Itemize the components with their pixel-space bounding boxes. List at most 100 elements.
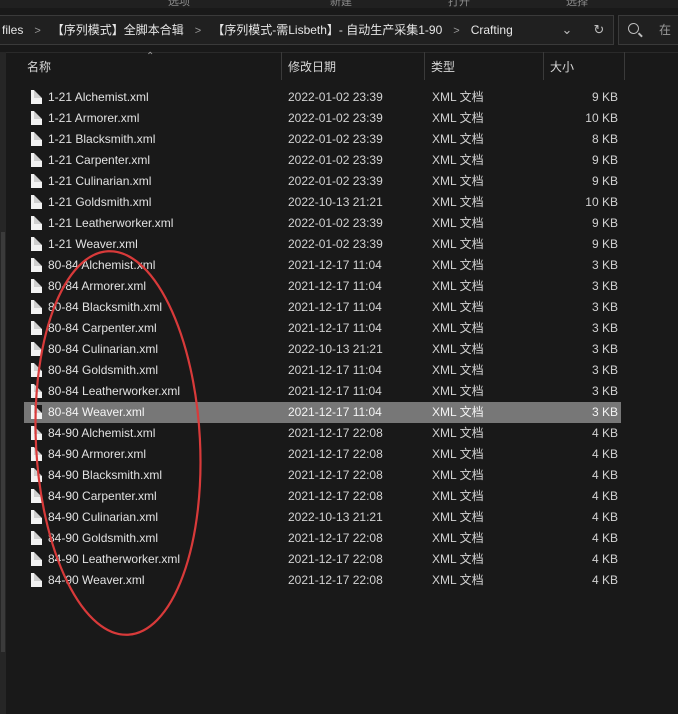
- file-name: 80-84 Culinarian.xml: [48, 342, 159, 356]
- file-row[interactable]: 84-90 Armorer.xml 2021-12-17 22:08 XML 文档 4…: [24, 444, 621, 465]
- file-row[interactable]: 84-90 Leatherworker.xml 2021-12-17 22:08 X…: [24, 549, 621, 570]
- xml-file-icon: [31, 426, 42, 440]
- file-name: 1-21 Alchemist.xml: [48, 90, 149, 104]
- scrollbar-thumb[interactable]: [1, 232, 5, 652]
- column-header-date-label: 修改日期: [288, 60, 337, 74]
- file-size: 9 KB: [591, 174, 618, 188]
- ribbon-label-open[interactable]: 打开: [448, 0, 470, 8]
- file-name: 84-90 Carpenter.xml: [48, 489, 157, 503]
- file-row[interactable]: 84-90 Goldsmith.xml 2021-12-17 22:08 XML 文…: [24, 528, 621, 549]
- file-name: 84-90 Blacksmith.xml: [48, 468, 163, 482]
- column-header-type[interactable]: 类型: [426, 52, 544, 80]
- file-row[interactable]: 80-84 Carpenter.xml 2021-12-17 11:04 XML 文…: [24, 318, 621, 339]
- file-name: 1-21 Blacksmith.xml: [48, 132, 156, 146]
- file-row[interactable]: 1-21 Culinarian.xml 2022-01-02 23:39 XML 文…: [24, 171, 621, 192]
- file-row[interactable]: 80-84 Alchemist.xml 2021-12-17 11:04 XML 文…: [24, 255, 621, 276]
- file-row[interactable]: 84-90 Alchemist.xml 2021-12-17 22:08 XML 文…: [24, 423, 621, 444]
- file-modified-date: 2021-12-17 22:08: [288, 447, 383, 461]
- file-type: XML 文档: [432, 258, 484, 272]
- file-type: XML 文档: [432, 363, 484, 377]
- xml-file-icon: [31, 279, 42, 293]
- file-row[interactable]: 80-84 Weaver.xml 2021-12-17 11:04 XML 文档 3 …: [24, 402, 621, 423]
- file-size: 9 KB: [591, 90, 618, 104]
- xml-file-icon: [31, 342, 42, 356]
- file-modified-date: 2021-12-17 11:04: [288, 363, 382, 377]
- file-size: 3 KB: [591, 300, 618, 314]
- xml-file-icon: [31, 111, 42, 125]
- ribbon-label-select[interactable]: 选择: [566, 0, 588, 8]
- breadcrumb-item[interactable]: 【序列模式】全脚本合辑: [50, 16, 186, 44]
- breadcrumb-item[interactable]: files: [0, 16, 25, 44]
- file-modified-date: 2022-01-02 23:39: [288, 216, 383, 230]
- file-row[interactable]: 84-90 Blacksmith.xml 2021-12-17 22:08 XML …: [24, 465, 621, 486]
- breadcrumb-item[interactable]: 【序列模式-需Lisbeth】- 自动生产采集1-90: [210, 16, 444, 44]
- file-size: 4 KB: [591, 426, 618, 440]
- file-type: XML 文档: [432, 174, 484, 188]
- file-type: XML 文档: [432, 300, 484, 314]
- xml-file-icon: [31, 489, 42, 503]
- file-size: 9 KB: [591, 153, 618, 167]
- file-modified-date: 2022-10-13 21:21: [288, 342, 383, 356]
- file-row[interactable]: 84-90 Carpenter.xml 2021-12-17 22:08 XML 文…: [24, 486, 621, 507]
- file-size: 4 KB: [591, 531, 618, 545]
- search-input[interactable]: 在: [618, 15, 678, 45]
- breadcrumb-item[interactable]: Crafting: [469, 16, 515, 44]
- file-name: 1-21 Goldsmith.xml: [48, 195, 152, 209]
- file-row[interactable]: 1-21 Carpenter.xml 2022-01-02 23:39 XML 文档…: [24, 150, 621, 171]
- file-row[interactable]: 80-84 Culinarian.xml 2022-10-13 21:21 XML …: [24, 339, 621, 360]
- column-header-size-label: 大小: [550, 60, 575, 74]
- chevron-down-icon[interactable]: ⌄: [554, 16, 580, 44]
- file-row[interactable]: 1-21 Alchemist.xml 2022-01-02 23:39 XML 文档…: [24, 87, 621, 108]
- file-type: XML 文档: [432, 468, 484, 482]
- file-modified-date: 2021-12-17 11:04: [288, 300, 382, 314]
- file-row[interactable]: 1-21 Leatherworker.xml 2022-01-02 23:39 XM…: [24, 213, 621, 234]
- file-row[interactable]: 80-84 Leatherworker.xml 2021-12-17 11:04 X…: [24, 381, 621, 402]
- xml-file-icon: [31, 510, 42, 524]
- file-row[interactable]: 1-21 Blacksmith.xml 2022-01-02 23:39 XML 文…: [24, 129, 621, 150]
- file-modified-date: 2022-01-02 23:39: [288, 153, 383, 167]
- file-type: XML 文档: [432, 573, 484, 587]
- file-modified-date: 2022-01-02 23:39: [288, 132, 383, 146]
- file-modified-date: 2021-12-17 11:04: [288, 258, 382, 272]
- file-row[interactable]: 80-84 Goldsmith.xml 2021-12-17 11:04 XML 文…: [24, 360, 621, 381]
- column-header-date[interactable]: 修改日期: [283, 52, 425, 80]
- file-size: 10 KB: [585, 111, 618, 125]
- breadcrumb-separator-icon[interactable]: >: [186, 17, 210, 45]
- breadcrumb: files > 【序列模式】全脚本合辑 > 【序列模式-需Lisbeth】- 自动生产采…: [0, 16, 515, 44]
- file-modified-date: 2021-12-17 11:04: [288, 321, 382, 335]
- navigation-pane-scrollbar[interactable]: [0, 52, 6, 714]
- file-type: XML 文档: [432, 384, 484, 398]
- file-name: 1-21 Armorer.xml: [48, 111, 140, 125]
- ribbon-label-options[interactable]: 选项: [168, 0, 190, 8]
- file-type: XML 文档: [432, 321, 484, 335]
- file-row[interactable]: 1-21 Armorer.xml 2022-01-02 23:39 XML 文档 10…: [24, 108, 621, 129]
- file-row[interactable]: 84-90 Culinarian.xml 2022-10-13 21:21 XML …: [24, 507, 621, 528]
- breadcrumb-separator-icon[interactable]: >: [25, 17, 49, 45]
- file-row[interactable]: 1-21 Weaver.xml 2022-01-02 23:39 XML 文档 9 K…: [24, 234, 621, 255]
- xml-file-icon: [31, 132, 42, 146]
- file-row[interactable]: 84-90 Weaver.xml 2021-12-17 22:08 XML 文档 4 …: [24, 570, 621, 591]
- file-size: 3 KB: [591, 405, 618, 419]
- column-header-size[interactable]: 大小: [545, 52, 625, 80]
- file-name: 84-90 Alchemist.xml: [48, 426, 156, 440]
- file-size: 3 KB: [591, 321, 618, 335]
- file-type: XML 文档: [432, 489, 484, 503]
- file-row[interactable]: 1-21 Goldsmith.xml 2022-10-13 21:21 XML 文档…: [24, 192, 621, 213]
- address-bar[interactable]: files > 【序列模式】全脚本合辑 > 【序列模式-需Lisbeth】- 自动生产采…: [0, 15, 614, 45]
- file-type: XML 文档: [432, 153, 484, 167]
- file-name: 80-84 Leatherworker.xml: [48, 384, 181, 398]
- file-size: 4 KB: [591, 552, 618, 566]
- file-name: 80-84 Alchemist.xml: [48, 258, 156, 272]
- file-type: XML 文档: [432, 447, 484, 461]
- file-name: 80-84 Armorer.xml: [48, 279, 147, 293]
- refresh-icon[interactable]: ↻: [586, 16, 612, 44]
- file-size: 4 KB: [591, 468, 618, 482]
- file-type: XML 文档: [432, 426, 484, 440]
- breadcrumb-separator-icon[interactable]: >: [444, 17, 468, 45]
- file-row[interactable]: 80-84 Armorer.xml 2021-12-17 11:04 XML 文档 3…: [24, 276, 621, 297]
- ribbon-label-new[interactable]: 新建: [330, 0, 352, 8]
- xml-file-icon: [31, 153, 42, 167]
- file-row[interactable]: 80-84 Blacksmith.xml 2021-12-17 11:04 XML …: [24, 297, 621, 318]
- xml-file-icon: [31, 384, 42, 398]
- file-modified-date: 2021-12-17 22:08: [288, 552, 383, 566]
